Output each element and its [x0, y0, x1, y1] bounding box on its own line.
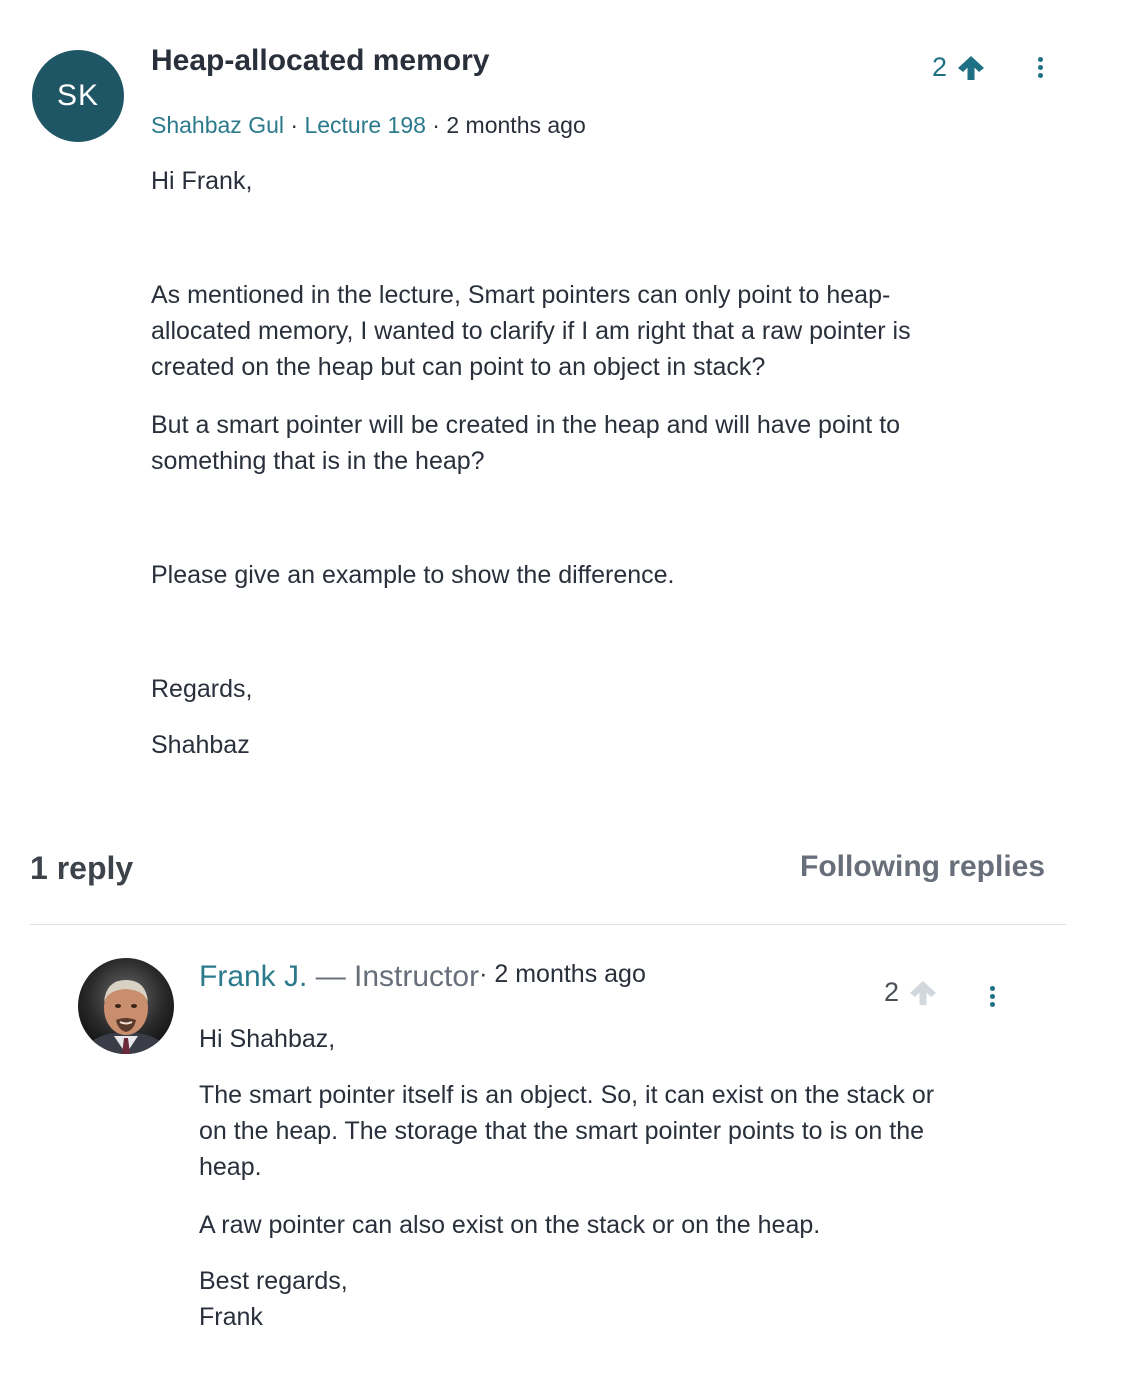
- kebab-dot: [1037, 72, 1043, 78]
- question-vote-count: 2: [932, 52, 948, 82]
- kebab-dot: [989, 993, 995, 999]
- reply-body-line: heap.: [199, 1153, 262, 1181]
- question-meta: Shahbaz Gul · Lecture 198 · 2 months ago: [151, 112, 586, 139]
- question-body-line: Hi Frank,: [151, 167, 253, 195]
- arrow-up-icon: [910, 980, 937, 1005]
- arrow-up-icon: [958, 55, 985, 80]
- reply-timestamp: 2 months ago: [494, 960, 646, 988]
- reply-meta: Frank J. — Instructor· 2 months ago: [199, 960, 646, 994]
- instructor-badge: — Instructor: [307, 960, 480, 993]
- lecture-link[interactable]: Lecture 198: [304, 112, 425, 138]
- reply-count: 1 reply: [30, 850, 134, 886]
- question-body-line: But a smart pointer will be created in t…: [151, 411, 901, 439]
- reply-author-avatar[interactable]: [78, 958, 174, 1054]
- reply-vote-count: 2: [884, 977, 900, 1007]
- avatar-initials: SK: [56, 79, 100, 112]
- divider: [30, 924, 1066, 925]
- question-body-line: allocated memory, I wanted to clarify if…: [151, 317, 911, 345]
- meta-separator: ·: [425, 112, 447, 138]
- reply-body-line: Best regards,: [199, 1267, 348, 1295]
- reply-body-line: A raw pointer can also exist on the stac…: [199, 1211, 821, 1239]
- meta-separator: ·: [283, 112, 305, 138]
- reply-more-options-button[interactable]: [985, 981, 999, 1011]
- question-body-line: Please give an example to show the diffe…: [151, 561, 675, 589]
- question-author-avatar[interactable]: SK: [32, 50, 124, 142]
- question-body-line: As mentioned in the lecture, Smart point…: [151, 281, 891, 309]
- kebab-dot: [989, 985, 995, 991]
- kebab-dot: [1037, 56, 1043, 62]
- question-more-options-button[interactable]: [1033, 52, 1047, 82]
- reply-body-line: Hi Shahbaz,: [199, 1025, 336, 1053]
- question-upvote-button[interactable]: 2: [932, 52, 985, 83]
- question-timestamp: 2 months ago: [446, 112, 586, 138]
- question-body-line: something that is in the heap?: [151, 447, 485, 475]
- following-replies-button[interactable]: Following replies: [800, 850, 1045, 884]
- reply-upvote-button[interactable]: 2: [884, 977, 937, 1008]
- qa-thread: SK Heap-allocated memory Shahbaz Gul · L…: [0, 0, 1146, 1374]
- question-title: Heap-allocated memory: [151, 44, 490, 77]
- question-author-link[interactable]: Shahbaz Gul: [151, 112, 284, 138]
- question-body-line: Shahbaz: [151, 731, 250, 759]
- question-body-line: created on the heap but can point to an …: [151, 353, 766, 381]
- reply-body-line: Frank: [199, 1303, 263, 1331]
- reply-body-line: The smart pointer itself is an object. S…: [199, 1081, 935, 1109]
- kebab-dot: [989, 1001, 995, 1007]
- reply-body-line: on the heap. The storage that the smart …: [199, 1117, 924, 1145]
- kebab-dot: [1037, 64, 1043, 70]
- instructor-photo: [78, 958, 174, 1054]
- question-body-line: Regards,: [151, 675, 253, 703]
- reply-author-link[interactable]: Frank J.: [199, 960, 307, 993]
- reply-time-separator: ·: [479, 960, 495, 988]
